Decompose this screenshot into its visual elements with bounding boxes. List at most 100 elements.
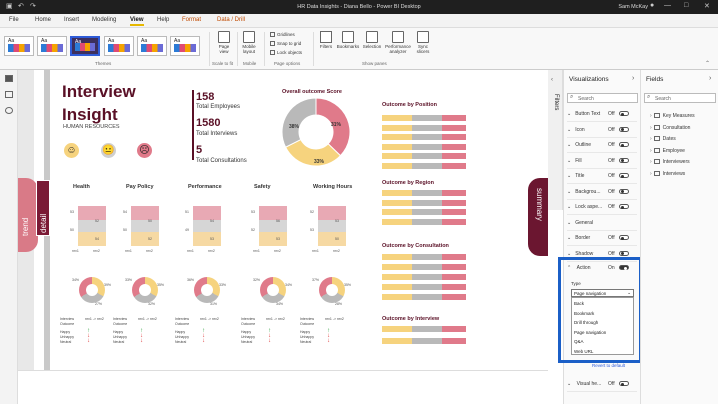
mini-bar-chart[interactable] xyxy=(318,206,346,246)
format-row[interactable]: ⌄ Lock aspe... Off xyxy=(567,201,637,215)
bar-row[interactable] xyxy=(382,199,466,206)
dropdown-option[interactable]: Page navigation xyxy=(574,330,606,335)
visual-header-toggle[interactable] xyxy=(619,381,629,386)
format-row[interactable]: ⌄ Icon Off xyxy=(567,124,637,138)
format-row[interactable]: ⌄ Border Off xyxy=(567,232,637,246)
bar-row[interactable] xyxy=(382,274,466,280)
format-toggle[interactable] xyxy=(619,204,629,209)
bookmarks-button[interactable]: Bookmarks xyxy=(335,31,361,49)
bar-segment[interactable] xyxy=(412,338,443,344)
undo-icon[interactable]: ↶ xyxy=(18,2,24,10)
theme-swatch[interactable]: Aa xyxy=(4,36,34,56)
format-toggle[interactable] xyxy=(619,157,629,163)
mini-bar-segment[interactable] xyxy=(318,232,346,246)
mini-bar-chart[interactable] xyxy=(259,206,287,246)
format-toggle[interactable] xyxy=(619,126,629,132)
account-icon[interactable]: ● xyxy=(650,2,654,9)
tab-view[interactable]: View xyxy=(130,17,144,26)
field-table-item[interactable]: › Employee xyxy=(650,147,685,154)
bar-segment[interactable] xyxy=(382,143,413,150)
mini-bar-segment[interactable] xyxy=(78,220,106,232)
model-view-icon[interactable] xyxy=(5,107,13,114)
bar-segment[interactable] xyxy=(382,134,413,141)
bar-segment[interactable] xyxy=(412,209,443,216)
tab-format[interactable]: Format xyxy=(182,17,201,23)
bar-segment[interactable] xyxy=(382,264,413,270)
bar-row[interactable] xyxy=(382,264,466,270)
field-table-item[interactable]: › Interviews xyxy=(650,170,685,177)
selection-button[interactable]: Selection xyxy=(361,31,383,49)
bar-segment[interactable] xyxy=(412,254,443,260)
maximize-icon[interactable]: □ xyxy=(684,2,688,9)
theme-swatch[interactable]: Aa xyxy=(37,36,67,56)
mini-bar-segment[interactable] xyxy=(193,220,221,232)
action-row[interactable]: ⌃ Action On xyxy=(567,262,637,276)
theme-swatch[interactable]: Aa xyxy=(170,36,200,56)
bar-row[interactable] xyxy=(382,294,466,300)
summary-nav-button[interactable]: summary xyxy=(528,178,548,256)
page-view-button[interactable]: Page view xyxy=(214,31,234,54)
field-table-item[interactable]: › Dates xyxy=(650,136,676,142)
bar-segment[interactable] xyxy=(382,254,413,260)
revert-to-default-link[interactable]: Revert to default xyxy=(592,363,625,368)
viz-search-input[interactable]: Search xyxy=(567,93,638,103)
format-toggle[interactable] xyxy=(619,235,629,240)
format-row[interactable]: ⌄ Outline Off xyxy=(567,139,637,153)
format-row[interactable]: ⌄ Button Text Off xyxy=(567,108,637,122)
bar-segment[interactable] xyxy=(412,153,443,160)
mini-bar-segment[interactable] xyxy=(318,220,346,232)
theme-swatch[interactable]: Aa xyxy=(137,36,167,56)
close-icon[interactable]: ✕ xyxy=(704,2,710,10)
bar-row[interactable] xyxy=(382,163,466,169)
bar-segment[interactable] xyxy=(442,254,466,260)
dropdown-option[interactable]: Bookmark xyxy=(574,311,594,316)
bar-segment[interactable] xyxy=(442,199,466,206)
filters-pane-collapsed[interactable]: ‹ Filters xyxy=(548,70,563,210)
format-toggle[interactable] xyxy=(619,142,629,147)
minimize-icon[interactable]: — xyxy=(664,2,671,9)
mini-bar-chart[interactable] xyxy=(193,206,221,246)
bar-row[interactable] xyxy=(382,124,466,131)
dropdown-option[interactable]: Back xyxy=(574,301,584,306)
bar-segment[interactable] xyxy=(412,124,443,131)
bar-row[interactable] xyxy=(382,134,466,141)
lock-objects-checkbox[interactable]: Lock objects xyxy=(270,50,302,55)
dropdown-option[interactable]: Q&A xyxy=(574,339,584,344)
mini-bar-segment[interactable] xyxy=(131,206,159,220)
bar-segment[interactable] xyxy=(382,153,413,160)
tab-data-drill[interactable]: Data / Drill xyxy=(217,17,245,23)
format-row[interactable]: ⌄ Backgrou... Off xyxy=(567,186,637,200)
bar-segment[interactable] xyxy=(442,326,466,332)
bar-segment[interactable] xyxy=(412,326,443,332)
bar-segment[interactable] xyxy=(382,163,413,169)
visual-header-row[interactable]: ⌄ Visual he... Off xyxy=(567,378,637,392)
bar-segment[interactable] xyxy=(412,190,443,196)
bar-segment[interactable] xyxy=(382,124,413,131)
mini-bar-segment[interactable] xyxy=(78,206,106,220)
trend-nav-button[interactable]: trend xyxy=(18,178,38,252)
type-dropdown[interactable]: Page navigation ⌄ xyxy=(571,289,634,297)
mini-bar-segment[interactable] xyxy=(131,220,159,232)
bar-segment[interactable] xyxy=(382,274,413,280)
mini-bar-segment[interactable] xyxy=(259,220,287,232)
snap-to-grid-checkbox[interactable]: Snap to grid xyxy=(270,41,301,46)
bar-segment[interactable] xyxy=(442,190,466,196)
bar-segment[interactable] xyxy=(442,163,466,169)
mini-bar-chart[interactable] xyxy=(131,206,159,246)
bar-segment[interactable] xyxy=(442,338,466,344)
bar-segment[interactable] xyxy=(382,294,413,300)
mini-donut-chart[interactable] xyxy=(260,277,286,303)
mini-donut-chart[interactable] xyxy=(319,277,345,303)
bar-segment[interactable] xyxy=(412,143,443,150)
bar-segment[interactable] xyxy=(412,163,443,169)
bar-segment[interactable] xyxy=(412,294,443,300)
bar-segment[interactable] xyxy=(382,326,413,332)
bar-segment[interactable] xyxy=(442,264,466,270)
format-row[interactable]: ⌄ Title Off xyxy=(567,170,637,184)
mini-bar-chart[interactable] xyxy=(78,206,106,246)
field-table-item[interactable]: › Key Measures xyxy=(650,113,695,119)
mini-bar-segment[interactable] xyxy=(78,232,106,246)
bar-segment[interactable] xyxy=(382,338,413,344)
mini-donut-chart[interactable] xyxy=(132,277,158,303)
filters-button[interactable]: Filters xyxy=(317,31,335,49)
